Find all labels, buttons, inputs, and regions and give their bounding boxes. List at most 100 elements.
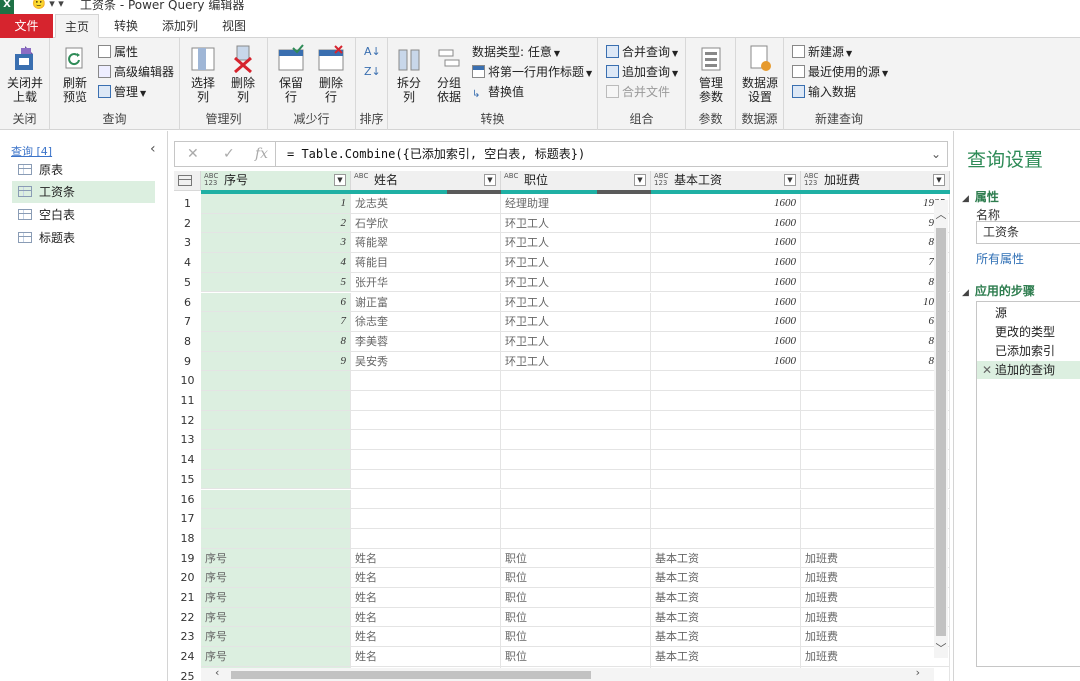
scroll-down-icon[interactable]: ﹀: [934, 640, 948, 656]
all-properties-link[interactable]: 所有属性: [976, 250, 1024, 267]
table-cell[interactable]: 1600: [651, 272, 801, 293]
table-cell[interactable]: 环卫工人: [501, 312, 651, 332]
replace-values-button[interactable]: ↳ 替换值: [472, 82, 524, 102]
table-cell[interactable]: 职位: [501, 548, 651, 569]
formula-text[interactable]: = Table.Combine({已添加索引, 空白表, 标题表}): [287, 142, 585, 166]
table-cell[interactable]: 姓名: [351, 627, 501, 648]
table-cell[interactable]: [651, 391, 801, 411]
scrollbar-thumb[interactable]: [936, 228, 946, 636]
table-cell[interactable]: [201, 528, 351, 549]
recent-sources-button[interactable]: 最近使用的源 ▼: [792, 62, 888, 82]
table-cell[interactable]: 序号: [201, 647, 351, 667]
table-cell[interactable]: [351, 410, 501, 431]
table-cell[interactable]: [201, 430, 351, 451]
table-cell[interactable]: [801, 430, 950, 451]
table-cell[interactable]: [351, 528, 501, 549]
table-cell[interactable]: 经理助理: [501, 194, 651, 214]
table-cell[interactable]: [801, 528, 950, 549]
table-cell[interactable]: 蒋能翠: [351, 233, 501, 254]
table-cell[interactable]: [351, 430, 501, 451]
row-number[interactable]: 22: [174, 608, 201, 627]
table-cell[interactable]: 加班费: [801, 588, 950, 608]
table-cell[interactable]: 基本工资: [651, 548, 801, 569]
table-cell[interactable]: 1600: [651, 331, 801, 352]
row-number[interactable]: 24: [174, 647, 201, 666]
table-cell[interactable]: 1060: [801, 292, 950, 313]
row-number[interactable]: 2: [174, 214, 201, 233]
table-cell[interactable]: 798: [801, 253, 950, 273]
table-cell[interactable]: 1600: [651, 194, 801, 214]
filter-dropdown-icon[interactable]: ▼: [334, 174, 346, 186]
table-cell[interactable]: [501, 528, 651, 549]
table-cell[interactable]: 吴安秀: [351, 351, 501, 372]
row-number[interactable]: 10: [174, 371, 201, 390]
step-item[interactable]: 源: [977, 304, 1080, 322]
table-cell[interactable]: 李美蓉: [351, 331, 501, 352]
filter-dropdown-icon[interactable]: ▼: [484, 174, 496, 186]
split-column-button[interactable]: 拆分 列: [392, 44, 426, 104]
row-number[interactable]: 11: [174, 391, 201, 410]
row-number[interactable]: 13: [174, 430, 201, 449]
table-cell[interactable]: 职位: [501, 568, 651, 588]
quick-access-toolbar[interactable]: 🙂 ▾ ▾: [32, 0, 64, 10]
table-cell[interactable]: [501, 371, 651, 391]
column-header-index[interactable]: ABC 123 序号 ▼: [201, 171, 351, 191]
choose-columns-button[interactable]: 选择 列: [186, 44, 220, 104]
table-cell[interactable]: [651, 450, 801, 470]
step-item-selected[interactable]: ✕ 追加的查询: [977, 361, 1080, 379]
query-item-payslip[interactable]: 工资条: [12, 181, 155, 203]
scrollbar-thumb[interactable]: [231, 671, 591, 679]
table-cell[interactable]: 加班费: [801, 627, 950, 648]
table-cell[interactable]: [651, 528, 801, 549]
fx-icon[interactable]: fx: [255, 142, 268, 166]
table-cell[interactable]: 2: [201, 213, 351, 234]
table-cell[interactable]: 蒋能目: [351, 253, 501, 273]
new-source-button[interactable]: 新建源 ▼: [792, 42, 852, 62]
confirm-icon[interactable]: ✓: [223, 142, 235, 166]
table-cell[interactable]: 加班费: [801, 647, 950, 667]
table-cell[interactable]: 职位: [501, 647, 651, 667]
table-cell[interactable]: 917: [801, 213, 950, 234]
group-by-button[interactable]: 分组 依据: [432, 44, 466, 104]
table-cell[interactable]: 加班费: [801, 548, 950, 569]
row-number[interactable]: 6: [174, 293, 201, 312]
table-cell[interactable]: 石学欣: [351, 213, 501, 234]
properties-section[interactable]: ◢ 属性: [962, 188, 999, 205]
column-header-position[interactable]: ABC 职位 ▼: [501, 171, 651, 191]
row-number[interactable]: 8: [174, 332, 201, 351]
tab-file[interactable]: 文件: [0, 14, 53, 38]
row-number[interactable]: 19: [174, 549, 201, 568]
chevron-down-icon[interactable]: ⌄: [931, 142, 941, 166]
table-cell[interactable]: 1: [201, 194, 351, 214]
table-cell[interactable]: 职位: [501, 588, 651, 608]
table-cell[interactable]: 1600: [651, 312, 801, 332]
table-cell[interactable]: [651, 469, 801, 490]
combine-files-button[interactable]: 合并文件: [606, 82, 670, 102]
table-cell[interactable]: 环卫工人: [501, 233, 651, 254]
table-cell[interactable]: 1600: [651, 213, 801, 234]
vertical-scrollbar[interactable]: ︿ ﹀: [934, 200, 948, 658]
table-cell[interactable]: 645: [801, 312, 950, 332]
table-cell[interactable]: 8: [201, 331, 351, 352]
table-cell[interactable]: 姓名: [351, 568, 501, 588]
table-cell[interactable]: 加班费: [801, 607, 950, 628]
table-cell[interactable]: [501, 391, 651, 411]
table-cell[interactable]: 环卫工人: [501, 272, 651, 293]
table-cell[interactable]: 1600: [651, 351, 801, 372]
table-cell[interactable]: [501, 430, 651, 451]
table-cell[interactable]: 序号: [201, 627, 351, 648]
table-cell[interactable]: [651, 410, 801, 431]
row-number[interactable]: 20: [174, 568, 201, 587]
query-name-input[interactable]: 工资条: [976, 221, 1080, 244]
table-cell[interactable]: [201, 469, 351, 490]
table-cell[interactable]: 序号: [201, 607, 351, 628]
close-and-load-button[interactable]: 关闭并 上载: [4, 44, 46, 104]
table-cell[interactable]: [351, 450, 501, 470]
row-number[interactable]: 7: [174, 312, 201, 331]
refresh-preview-button[interactable]: 刷新 预览: [56, 44, 94, 104]
column-header-name[interactable]: ABC 姓名 ▼: [351, 171, 501, 191]
table-cell[interactable]: 基本工资: [651, 607, 801, 628]
query-item-header[interactable]: 标题表: [12, 227, 155, 249]
table-cell[interactable]: 环卫工人: [501, 253, 651, 273]
filter-dropdown-icon[interactable]: ▼: [784, 174, 796, 186]
